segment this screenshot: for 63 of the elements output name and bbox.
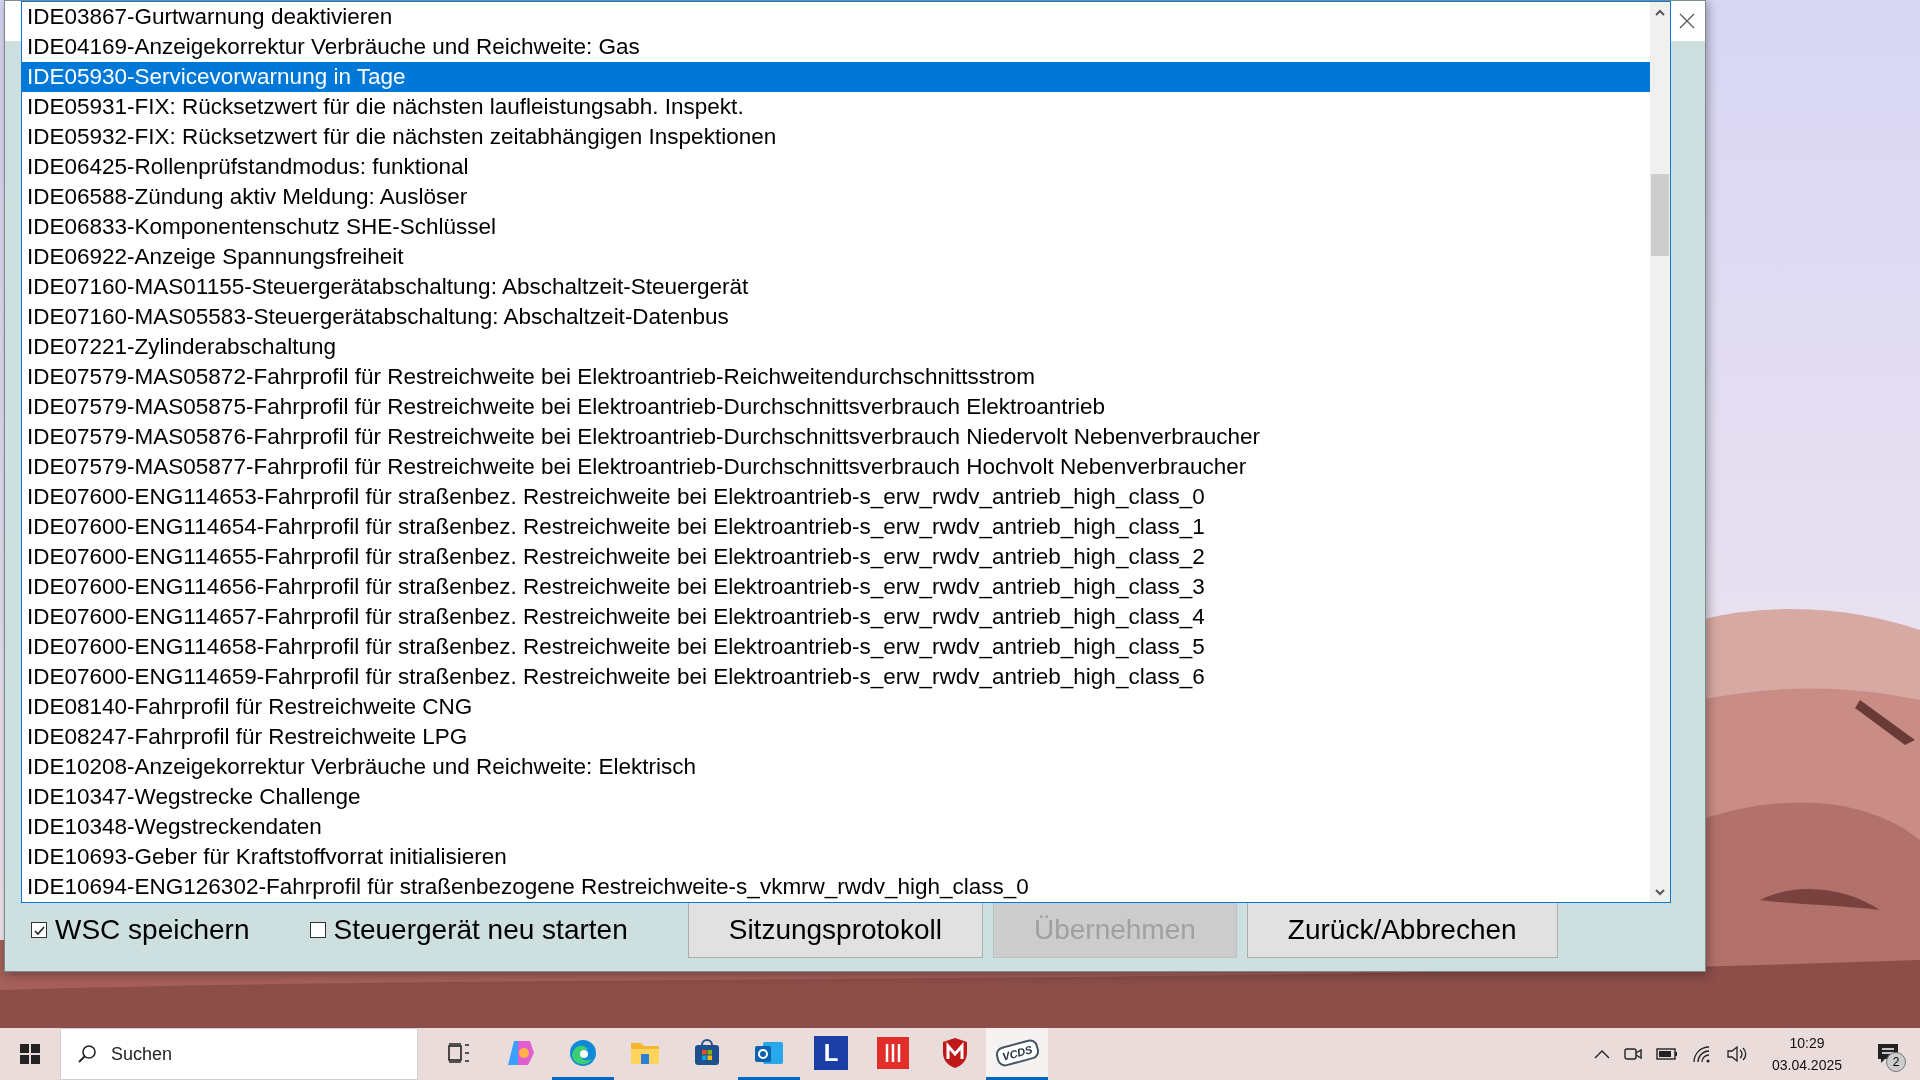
mixer-icon [877, 1036, 909, 1069]
app-logo: L [814, 1035, 848, 1070]
wifi-icon [1691, 1045, 1712, 1063]
taskbar-app[interactable]: L [800, 1028, 862, 1080]
list-item[interactable]: IDE05932-FIX: Rücksetzwert für die nächsten zeitabhängigen Inspektionen [22, 122, 1650, 152]
list-item[interactable]: IDE05930-Servicevorwarnung in Tage [22, 62, 1650, 92]
list-item[interactable]: IDE08140-Fahrprofil für Restreichweite CNG [22, 692, 1650, 722]
app-logo: VCDS [993, 1037, 1041, 1068]
taskbar-app[interactable]: VCDS [986, 1028, 1048, 1080]
list-item[interactable]: IDE10694-ENG126302-Fahrprofil für straßenbezogene Restreichweite-s_vkmrw_rwdv_high_class_0 [22, 872, 1650, 902]
list-item[interactable]: IDE07600-ENG114654-Fahrprofil für straßenbez. Restreichweite bei Elektroantrieb-s_erw_rwdv_antrieb_high_class_1 [22, 512, 1650, 542]
list-item[interactable]: IDE10347-Wegstrecke Challenge [22, 782, 1650, 812]
list-item[interactable]: IDE10208-Anzeigekorrektur Verbräuche und Reichweite: Elektrisch [22, 752, 1650, 782]
speaker-icon [1725, 1045, 1748, 1063]
list-item[interactable]: IDE05931-FIX: Rücksetzwert für die nächsten laufleistungsabh. Inspekt. [22, 92, 1650, 122]
list-item[interactable]: IDE07579-MAS05876-Fahrprofil für Restreichweite bei Elektroantrieb-Durchschnittsverbrauch Niedervolt Nebenverbraucher [22, 422, 1650, 452]
list-item[interactable]: IDE07600-ENG114655-Fahrprofil für straßenbez. Restreichweite bei Elektroantrieb-s_erw_rwdv_antrieb_high_class_2 [22, 542, 1650, 572]
checkbox[interactable] [309, 922, 326, 938]
list-item[interactable]: IDE07160-MAS05583-Steuergerätabschaltung: Abschaltzeit-Datenbus [22, 302, 1650, 332]
dialog-button[interactable]: Sitzungsprotokoll [687, 902, 983, 958]
checkbox-label: Steuergerät neu starten [333, 914, 628, 946]
search-field[interactable]: Suchen [60, 1028, 418, 1080]
list-item[interactable]: IDE10348-Wegstreckendaten [22, 812, 1650, 842]
scrollbar[interactable] [1650, 2, 1670, 902]
list-item[interactable]: IDE06425-Rollenprüfstandmodus: funktional [22, 152, 1650, 182]
list-item[interactable]: IDE07579-MAS05872-Fahrprofil für Restreichweite bei Elektroantrieb-Reichweitendurchschnittsstrom [22, 362, 1650, 392]
list-item[interactable]: IDE08247-Fahrprofil für Restreichweite LPG [22, 722, 1650, 752]
task-view-icon [448, 1042, 470, 1063]
checkbox-label: WSC speichern [55, 914, 250, 946]
dialog-button[interactable]: Zurück/Abbrechen [1246, 902, 1558, 958]
copilot-icon [506, 1038, 536, 1067]
list-item[interactable]: IDE07600-ENG114656-Fahrprofil für straßenbez. Restreichweite bei Elektroantrieb-s_erw_rwdv_antrieb_high_class_3 [22, 572, 1650, 602]
list-item[interactable]: IDE07160-MAS01155-Steuergerätabschaltung: Abschaltzeit-Steuergerät [22, 272, 1650, 302]
list-item[interactable]: IDE06833-Komponentenschutz SHE-Schlüssel [22, 212, 1650, 242]
scroll-up-icon [1655, 8, 1665, 16]
list-item[interactable]: IDE10693-Geber für Kraftstoffvorrat initialisieren [22, 842, 1650, 872]
camera-icon [1623, 1045, 1642, 1063]
list-item[interactable]: IDE06588-Zündung aktiv Meldung: Auslöser [22, 182, 1650, 212]
search-icon [77, 1044, 97, 1064]
shield-icon [941, 1036, 969, 1069]
notification-count: 2 [1886, 1052, 1906, 1072]
scrollbar-thumb[interactable] [1651, 174, 1669, 256]
list-item[interactable]: IDE07600-ENG114658-Fahrprofil für straßenbez. Restreichweite bei Elektroantrieb-s_erw_rwdv_antrieb_high_class_5 [22, 632, 1650, 662]
battery-icon [1655, 1048, 1678, 1060]
scroll-down-icon [1655, 888, 1665, 896]
list-item[interactable]: IDE06922-Anzeige Spannungsfreiheit [22, 242, 1650, 272]
clock-date: 03.04.2025 [1771, 1057, 1842, 1073]
list-item[interactable]: IDE07579-MAS05877-Fahrprofil für Restreichweite bei Elektroantrieb-Durchschnittsverbrauch Hochvolt Nebenverbraucher [22, 452, 1650, 482]
checkbox[interactable] [31, 922, 47, 938]
list-item[interactable]: IDE03867-Gurtwarnung deaktivieren [22, 2, 1650, 32]
list-item[interactable]: IDE07600-ENG114657-Fahrprofil für straßenbez. Restreichweite bei Elektroantrieb-s_erw_rwdv_antrieb_high_class_4 [22, 602, 1650, 632]
notification-button[interactable]: 2 [1866, 1028, 1910, 1080]
close-icon [1679, 13, 1695, 29]
windows-icon [20, 1044, 40, 1064]
list-item[interactable]: IDE04169-Anzeigekorrektur Verbräuche und Reichweite: Gas [22, 32, 1650, 62]
store-icon [693, 1038, 721, 1067]
list-item[interactable]: IDE07579-MAS05875-Fahrprofil für Restreichweite bei Elektroantrieb-Durchschnittsverbrauch Elektroantrieb [22, 392, 1650, 422]
clock-time: 10:29 [1789, 1035, 1825, 1051]
list-item[interactable]: IDE07600-ENG114653-Fahrprofil für straßenbez. Restreichweite bei Elektroantrieb-s_erw_rwdv_antrieb_high_class_0 [22, 482, 1650, 512]
edge-icon [568, 1037, 598, 1068]
list-item[interactable]: IDE07221-Zylinderabschaltung [22, 332, 1650, 362]
list-item[interactable]: IDE07600-ENG114659-Fahrprofil für straßenbez. Restreichweite bei Elektroantrieb-s_erw_rwdv_antrieb_high_class_6 [22, 662, 1650, 692]
chevron-up-icon [1593, 1049, 1610, 1059]
